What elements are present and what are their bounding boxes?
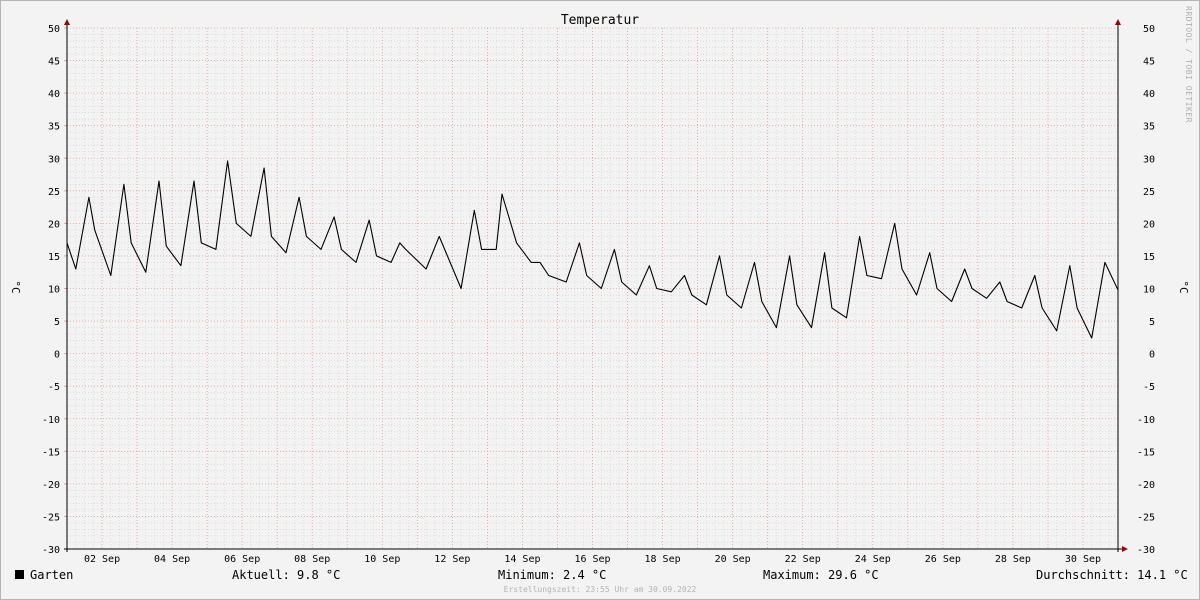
y-tick-label-left: 15 bbox=[48, 252, 60, 263]
x-tick-label: 14 Sep bbox=[504, 554, 540, 565]
y-axis-arrow-right bbox=[1115, 19, 1121, 25]
y-tick-label-left: -25 bbox=[42, 512, 60, 523]
y-tick-label-right: -30 bbox=[1137, 545, 1155, 556]
y-tick-label-right: -10 bbox=[1137, 415, 1155, 426]
legend-swatch bbox=[15, 570, 24, 579]
x-tick-label: 24 Sep bbox=[855, 554, 891, 565]
y-tick-label-right: 30 bbox=[1143, 154, 1155, 165]
x-tick-label: 16 Sep bbox=[574, 554, 610, 565]
stat-maximum: Maximum: 29.6 °C bbox=[763, 568, 879, 582]
y-tick-label-left: -20 bbox=[42, 480, 60, 491]
y-tick-label-right: 40 bbox=[1143, 89, 1155, 100]
x-axis-arrow bbox=[1122, 546, 1128, 552]
x-tick-label: 06 Sep bbox=[224, 554, 260, 565]
y-axis-arrow-left bbox=[64, 19, 70, 25]
y-tick-label-right: -25 bbox=[1137, 512, 1155, 523]
stat-current: Aktuell: 9.8 °C bbox=[232, 568, 341, 582]
y-tick-label-left: 5 bbox=[54, 317, 60, 328]
y-tick-label-right: -5 bbox=[1143, 382, 1155, 393]
legend-stats-row: Garten Aktuell: 9.8 °C Minimum: 2.4 °C M… bbox=[0, 566, 1200, 584]
y-tick-label-left: 45 bbox=[48, 57, 60, 68]
stat-minimum: Minimum: 2.4 °C bbox=[498, 568, 607, 582]
y-tick-label-left: 50 bbox=[48, 24, 60, 35]
y-tick-label-right: 50 bbox=[1143, 24, 1155, 35]
x-tick-label: 08 Sep bbox=[294, 554, 330, 565]
x-tick-label: 10 Sep bbox=[364, 554, 400, 565]
y-tick-label-right: 20 bbox=[1143, 219, 1155, 230]
x-axis-ticks: 02 Sep 04 Sep 06 Sep 08 Sep 10 Sep 12 Sep 14 S… bbox=[84, 554, 1101, 565]
y-axis-right-ticks: 50454035302520151050-5-10-15-20-25-30 bbox=[1137, 24, 1155, 556]
y-tick-label-left: 10 bbox=[48, 285, 60, 296]
y-axis-label-left: °C bbox=[9, 280, 22, 293]
y-tick-label-right: 15 bbox=[1143, 252, 1155, 263]
credit-text: RRDTOOL / TOBI OETIKER bbox=[1184, 6, 1193, 123]
x-tick-label: 18 Sep bbox=[645, 554, 681, 565]
chart-title: Temperatur bbox=[561, 13, 639, 28]
y-tick-label-right: 0 bbox=[1149, 350, 1155, 361]
temperature-chart: 50454035302520151050-5-10-15-20-25-30 50… bbox=[9, 6, 1193, 565]
y-tick-label-left: 35 bbox=[48, 122, 60, 133]
y-axis-label-right: °C bbox=[1177, 280, 1190, 293]
y-tick-label-left: -10 bbox=[42, 415, 60, 426]
x-tick-label: 04 Sep bbox=[154, 554, 190, 565]
x-tick-label: 22 Sep bbox=[785, 554, 821, 565]
y-tick-label-right: 5 bbox=[1149, 317, 1155, 328]
y-tick-label-left: 40 bbox=[48, 89, 60, 100]
y-tick-label-left: 30 bbox=[48, 154, 60, 165]
y-tick-label-left: 0 bbox=[54, 350, 60, 361]
x-tick-label: 20 Sep bbox=[715, 554, 751, 565]
major-grid bbox=[64, 27, 1119, 550]
x-tick-label: 26 Sep bbox=[925, 554, 961, 565]
legend-series-label: Garten bbox=[30, 568, 74, 582]
x-tick-label: 30 Sep bbox=[1065, 554, 1101, 565]
y-tick-label-right: 25 bbox=[1143, 187, 1155, 198]
y-tick-label-left: -5 bbox=[48, 382, 60, 393]
y-tick-label-left: 20 bbox=[48, 219, 60, 230]
y-tick-label-right: -15 bbox=[1137, 447, 1155, 458]
x-tick-label: 02 Sep bbox=[84, 554, 120, 565]
x-tick-label: 28 Sep bbox=[995, 554, 1031, 565]
y-tick-label-left: -30 bbox=[42, 545, 60, 556]
stat-average: Durchschnitt: 14.1 °C bbox=[1036, 568, 1188, 582]
y-tick-label-right: 10 bbox=[1143, 285, 1155, 296]
y-tick-label-left: -15 bbox=[42, 447, 60, 458]
y-tick-label-right: -20 bbox=[1137, 480, 1155, 491]
y-tick-label-left: 25 bbox=[48, 187, 60, 198]
axes bbox=[64, 19, 1128, 552]
footer-timestamp: Erstellungszeit: 23:55 Uhr am 30.09.2022 bbox=[503, 585, 697, 594]
x-tick-label: 12 Sep bbox=[434, 554, 470, 565]
y-axis-left-ticks: 50454035302520151050-5-10-15-20-25-30 bbox=[42, 24, 60, 556]
y-tick-label-right: 45 bbox=[1143, 57, 1155, 68]
y-tick-label-right: 35 bbox=[1143, 122, 1155, 133]
